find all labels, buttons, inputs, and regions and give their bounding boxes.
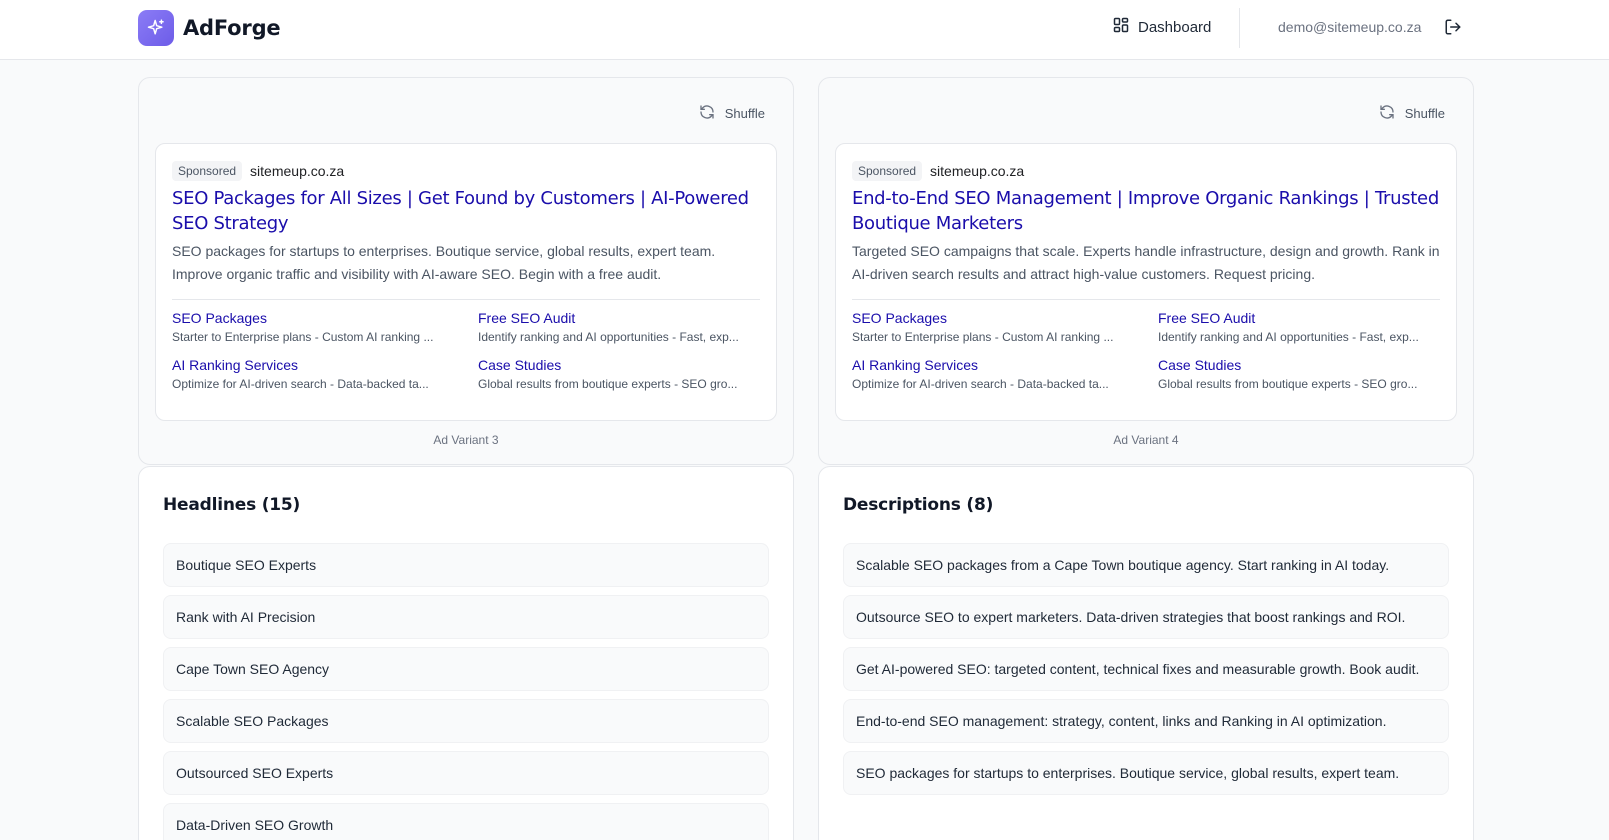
ad-headline[interactable]: End-to-End SEO Management | Improve Orga…: [852, 186, 1440, 236]
shuffle-label: Shuffle: [724, 106, 765, 121]
description-item[interactable]: SEO packages for startups to enterprises…: [843, 751, 1449, 795]
brand[interactable]: AdForge: [138, 10, 281, 46]
divider: [852, 299, 1440, 300]
ad-preview-panel: Shuffle Sponsored sitemeup.co.za SEO Pac…: [138, 77, 794, 465]
nav-divider: [1239, 8, 1240, 48]
headline-item[interactable]: Outsourced SEO Experts: [163, 751, 769, 795]
descriptions-title: Descriptions (8): [843, 495, 994, 515]
sitelink[interactable]: AI Ranking Services Optimize for AI-driv…: [852, 356, 1158, 393]
headline-item[interactable]: Boutique SEO Experts: [163, 543, 769, 587]
sponsored-badge: Sponsored: [172, 161, 243, 181]
headline-item[interactable]: Data-Driven SEO Growth: [163, 803, 769, 840]
ad-description: SEO packages for startups to enterprises…: [172, 243, 716, 282]
headlines-list: Boutique SEO Experts Rank with AI Precis…: [163, 543, 769, 840]
sitelink-title[interactable]: SEO Packages: [172, 309, 478, 328]
logout-icon[interactable]: [1444, 18, 1462, 41]
headlines-title: Headlines (15): [163, 495, 301, 515]
sitelink-desc: Global results from boutique experts - S…: [478, 377, 738, 391]
refresh-icon: [699, 104, 715, 123]
sitelink[interactable]: Free SEO Audit Identify ranking and AI o…: [478, 309, 762, 346]
dashboard-link[interactable]: Dashboard: [1113, 17, 1211, 37]
sitelink-desc: Identify ranking and AI opportunities - …: [478, 330, 739, 344]
sparkle-logo-icon: [138, 10, 174, 46]
description-item[interactable]: Get AI-powered SEO: targeted content, te…: [843, 647, 1449, 691]
description-item[interactable]: Outsource SEO to expert marketers. Data-…: [843, 595, 1449, 639]
sitelink-desc: Global results from boutique experts - S…: [1158, 377, 1418, 391]
description-item[interactable]: End-to-end SEO management: strategy, con…: [843, 699, 1449, 743]
search-ad-card: Sponsored sitemeup.co.za End-to-End SEO …: [835, 143, 1457, 421]
description-item[interactable]: Scalable SEO packages from a Cape Town b…: [843, 543, 1449, 587]
brand-name: AdForge: [183, 16, 281, 40]
sitelink[interactable]: AI Ranking Services Optimize for AI-driv…: [172, 356, 478, 393]
divider: [172, 299, 760, 300]
sitelink-title[interactable]: Free SEO Audit: [1158, 309, 1442, 328]
ad-headline[interactable]: SEO Packages for All Sizes | Get Found b…: [172, 186, 760, 236]
sitelink[interactable]: Free SEO Audit Identify ranking and AI o…: [1158, 309, 1442, 346]
shuffle-button[interactable]: Shuffle: [699, 104, 765, 123]
sitelink-title[interactable]: AI Ranking Services: [852, 356, 1158, 375]
sitelink[interactable]: Case Studies Global results from boutiqu…: [478, 356, 762, 393]
headline-item[interactable]: Rank with AI Precision: [163, 595, 769, 639]
sitelink-desc: Starter to Enterprise plans - Custom AI …: [852, 330, 1114, 344]
user-email: demo@sitemeup.co.za: [1278, 19, 1422, 35]
sponsored-badge: Sponsored: [852, 161, 923, 181]
ad-description: Targeted SEO campaigns that scale. Exper…: [852, 243, 1440, 282]
sitelink-title[interactable]: Free SEO Audit: [478, 309, 762, 328]
refresh-icon: [1379, 104, 1395, 123]
sitelink-desc: Optimize for AI-driven search - Data-bac…: [172, 377, 429, 391]
sitelink[interactable]: SEO Packages Starter to Enterprise plans…: [852, 309, 1158, 346]
sitelink-desc: Optimize for AI-driven search - Data-bac…: [852, 377, 1109, 391]
sitelink-desc: Identify ranking and AI opportunities - …: [1158, 330, 1419, 344]
headlines-panel: Headlines (15) Boutique SEO Experts Rank…: [138, 466, 794, 840]
sitelinks: SEO Packages Starter to Enterprise plans…: [172, 309, 760, 393]
descriptions-panel: Descriptions (8) Scalable SEO packages f…: [818, 466, 1474, 840]
ad-domain: sitemeup.co.za: [250, 163, 345, 179]
ad-variant-label: Ad Variant 3: [433, 433, 499, 447]
ad-preview-panel: Shuffle Sponsored sitemeup.co.za End-to-…: [818, 77, 1474, 465]
grid-icon: [1113, 17, 1129, 37]
headline-item[interactable]: Scalable SEO Packages: [163, 699, 769, 743]
sitelink-desc: Starter to Enterprise plans - Custom AI …: [172, 330, 434, 344]
headline-item[interactable]: Cape Town SEO Agency: [163, 647, 769, 691]
search-ad-card: Sponsored sitemeup.co.za SEO Packages fo…: [155, 143, 777, 421]
dashboard-label: Dashboard: [1138, 18, 1212, 36]
sitelink-title[interactable]: Case Studies: [1158, 356, 1442, 375]
sitelink-title[interactable]: SEO Packages: [852, 309, 1158, 328]
ad-variant-label: Ad Variant 4: [1113, 433, 1179, 447]
descriptions-list: Scalable SEO packages from a Cape Town b…: [843, 543, 1449, 795]
top-navbar: AdForge Dashboard demo@sitemeup.co.za: [0, 0, 1609, 60]
sitelink-title[interactable]: AI Ranking Services: [172, 356, 478, 375]
sitelink[interactable]: Case Studies Global results from boutiqu…: [1158, 356, 1442, 393]
sitelink-title[interactable]: Case Studies: [478, 356, 762, 375]
shuffle-label: Shuffle: [1404, 106, 1445, 121]
sitelink[interactable]: SEO Packages Starter to Enterprise plans…: [172, 309, 478, 346]
ad-domain: sitemeup.co.za: [930, 163, 1025, 179]
sitelinks: SEO Packages Starter to Enterprise plans…: [852, 309, 1440, 393]
shuffle-button[interactable]: Shuffle: [1379, 104, 1445, 123]
